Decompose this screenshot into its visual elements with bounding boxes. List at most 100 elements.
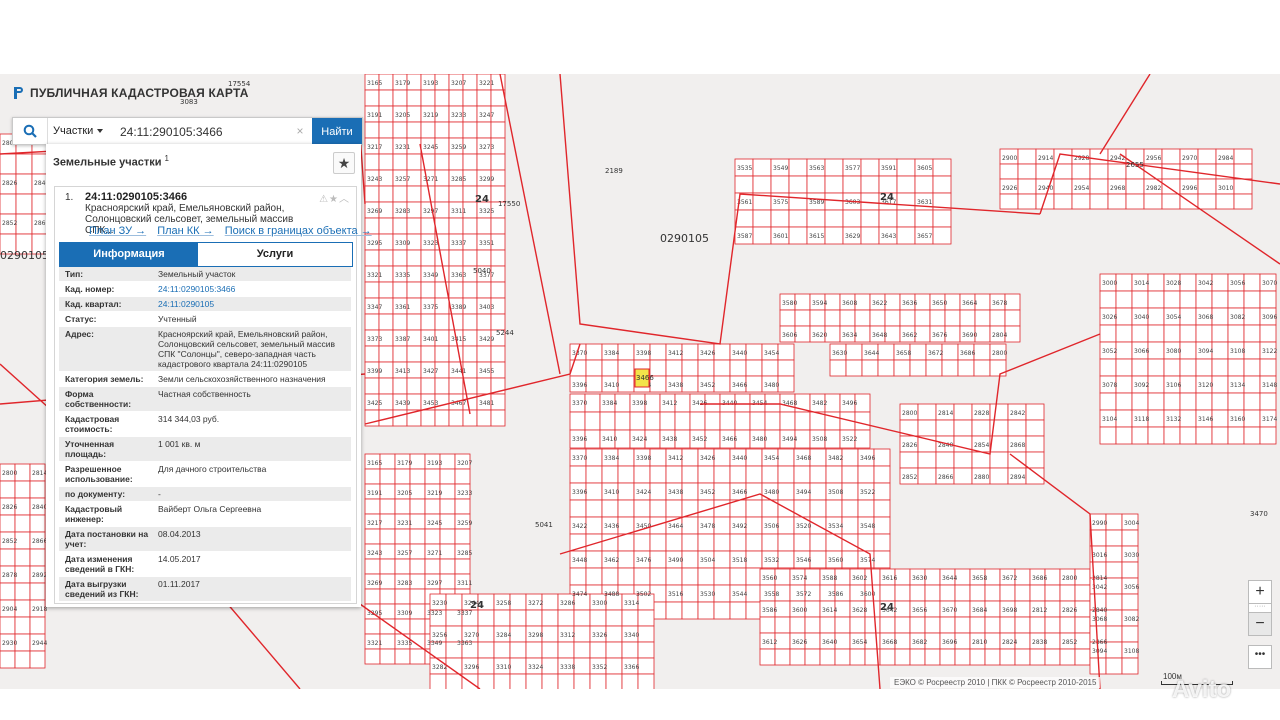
parcel xyxy=(1017,163,1037,180)
parcel-number-label: 3396 xyxy=(572,489,587,496)
parcel-boundary xyxy=(1099,74,1151,155)
parcel xyxy=(1115,324,1133,343)
parcel xyxy=(941,343,959,361)
result-cad-number[interactable]: 24:11:0290105:3466 xyxy=(85,191,187,203)
clear-icon[interactable]: × xyxy=(293,118,307,144)
parcel xyxy=(490,281,506,299)
parcel xyxy=(605,657,623,675)
parcel-number-label: 2826 xyxy=(902,442,917,449)
parcel xyxy=(649,499,667,518)
parcel xyxy=(493,673,511,689)
parcel xyxy=(969,584,986,602)
parcel xyxy=(394,558,411,575)
more-button[interactable]: ••• xyxy=(1248,645,1272,669)
parcel-number-label: 3321 xyxy=(367,272,382,279)
parcel-number-label: 3476 xyxy=(636,557,651,564)
info-value[interactable]: 24:11:0290105 xyxy=(155,297,351,311)
parcel xyxy=(509,673,527,689)
parcel xyxy=(973,359,991,377)
parcel-number-label: 2800 xyxy=(1062,575,1077,582)
parcel xyxy=(777,343,795,361)
search-within-link[interactable]: Поиск в границах объекта → xyxy=(225,225,372,237)
plan-kk-link[interactable]: План КК → xyxy=(157,225,213,237)
info-value[interactable]: 24:11:0290105:3466 xyxy=(155,282,351,296)
parcel xyxy=(406,121,422,139)
parcel xyxy=(424,468,441,485)
parcel xyxy=(1115,307,1133,326)
parcel xyxy=(1107,193,1127,210)
parcel-number-label: 3427 xyxy=(423,368,438,375)
parcel xyxy=(1059,616,1076,634)
parcel xyxy=(957,359,975,377)
parcel xyxy=(689,411,706,431)
parcel xyxy=(1259,290,1277,309)
parcel-number-label: 3648 xyxy=(872,332,887,339)
parcel-number-label: 3410 xyxy=(604,489,619,496)
parcel xyxy=(462,89,478,107)
parcel xyxy=(406,377,422,395)
parcel-number-label: 3004 xyxy=(1124,520,1139,527)
parcel xyxy=(420,409,436,427)
parcel xyxy=(917,467,937,485)
zoom-in-button[interactable]: + xyxy=(1248,580,1272,604)
parcel-number-label: 3245 xyxy=(423,144,438,151)
info-row: Дата выгрузки сведений из ГКН: 01.11.2017 xyxy=(59,577,351,602)
zoom-out-button[interactable]: − xyxy=(1248,612,1272,636)
parcel xyxy=(896,209,916,228)
tab-services[interactable]: Услуги xyxy=(198,243,352,266)
parcel xyxy=(1227,324,1245,343)
search-type-dropdown[interactable]: Участки xyxy=(53,118,104,144)
parcel xyxy=(681,601,699,620)
info-row: Форма собственности: Частная собственност… xyxy=(59,387,351,412)
parcel-number-label: 3686 xyxy=(1032,575,1047,582)
search-bar[interactable]: Участки × Найти xyxy=(12,117,363,145)
parcel-number-label: 3640 xyxy=(822,639,837,646)
card-tools-icon[interactable]: ⚠★︿ xyxy=(319,190,350,205)
parcel xyxy=(899,309,916,327)
parcel xyxy=(959,309,976,327)
parcel xyxy=(1243,375,1261,394)
parcel-number-label: 3644 xyxy=(942,575,957,582)
parcel xyxy=(745,550,763,569)
search-input[interactable] xyxy=(118,121,308,143)
parcel-number-label: 3560 xyxy=(762,575,777,582)
parcel-number-label: 3323 xyxy=(423,240,438,247)
parcel xyxy=(1099,324,1117,343)
parcel xyxy=(462,153,478,171)
search-icon[interactable] xyxy=(13,118,48,144)
parcel xyxy=(1147,307,1165,326)
parcel xyxy=(617,343,635,361)
parcel xyxy=(896,192,916,211)
parcel xyxy=(1099,358,1117,377)
parcel xyxy=(1161,148,1181,165)
info-key: Тип: xyxy=(65,269,84,279)
parcel xyxy=(409,648,426,665)
tab-information[interactable]: Информация xyxy=(60,243,198,266)
result-card: 1. 24:11:0290105:3466 Красноярский край,… xyxy=(54,186,372,604)
parcel-number-label: 3464 xyxy=(668,523,683,530)
parcel-number-label: 3207 xyxy=(457,460,472,467)
zoom-slider[interactable]: ····· xyxy=(1248,603,1272,612)
parcel-number-label: 3299 xyxy=(479,176,494,183)
parcel xyxy=(409,558,426,575)
parcel xyxy=(525,641,543,659)
parcel-number-label: 3146 xyxy=(1198,416,1213,423)
info-row: Кад. номер: 24:11:0290105:3466 xyxy=(59,282,351,297)
parcel xyxy=(1115,426,1133,445)
parcel xyxy=(589,609,607,627)
parcel xyxy=(752,226,772,245)
favorites-star-icon[interactable]: ★ xyxy=(333,152,355,174)
find-button[interactable]: Найти xyxy=(312,118,362,144)
parcel xyxy=(824,192,844,211)
parcel xyxy=(614,411,631,431)
parcel xyxy=(406,281,422,299)
parcel-number-label: 2990 xyxy=(1092,520,1107,527)
parcel xyxy=(1017,193,1037,210)
parcel xyxy=(617,375,635,393)
parcel-number-label: 3193 xyxy=(427,460,442,467)
plan-zu-link[interactable]: План ЗУ → xyxy=(89,225,146,237)
parcel xyxy=(954,648,971,666)
parcel xyxy=(681,375,699,393)
parcel xyxy=(378,249,394,267)
parcel xyxy=(879,648,896,666)
